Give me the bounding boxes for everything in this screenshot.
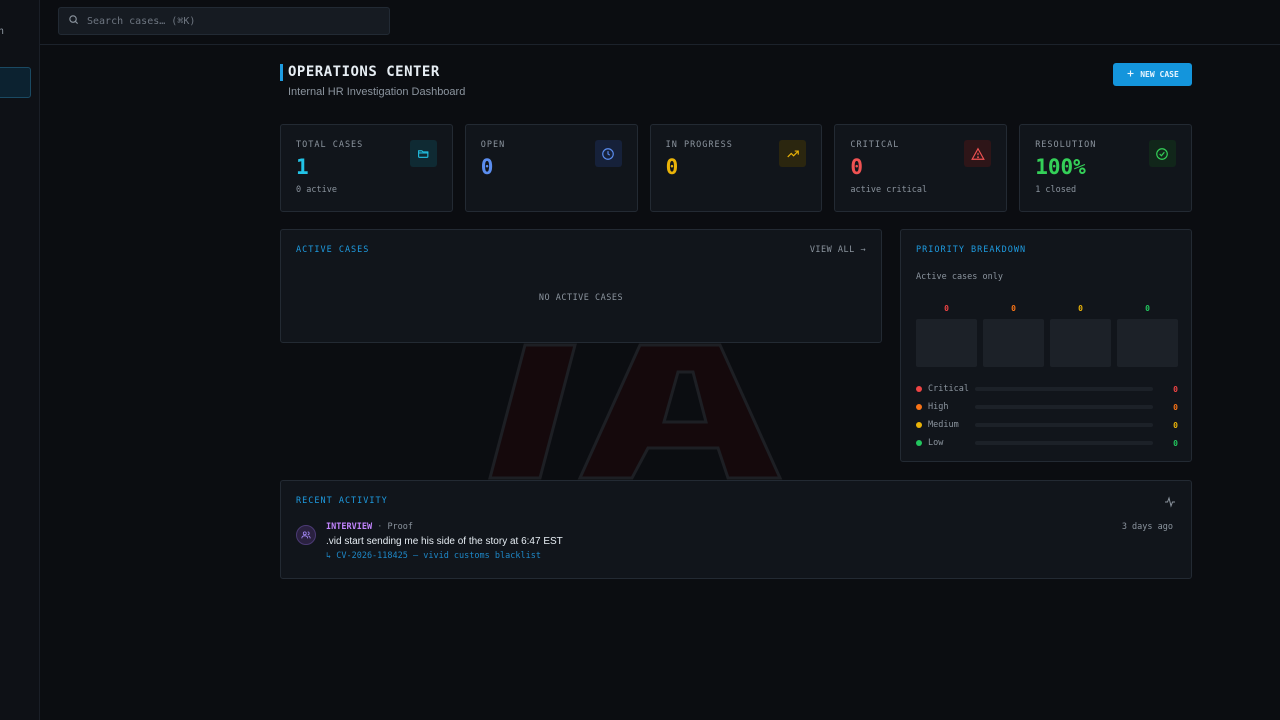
status-dot <box>916 386 922 392</box>
legend-track <box>975 441 1153 445</box>
activity-pulse-icon <box>1164 495 1176 513</box>
stat-value: 0 <box>480 155 494 179</box>
legend-row-low: Low 0 <box>916 434 1178 452</box>
title-accent-bar <box>280 64 283 81</box>
activity-case-link[interactable]: ↳ CV-2026-118425 — vivid customs blackli… <box>326 551 541 561</box>
stat-card-in-progress[interactable]: IN PROGRESS 0 <box>649 124 823 212</box>
stat-value: 0 <box>850 155 864 179</box>
priority-column-count: 0 <box>1145 304 1150 313</box>
priority-column-high: 0 <box>983 304 1044 367</box>
sidebar-fragment-text: n <box>0 26 5 37</box>
priority-column-low: 0 <box>1117 304 1178 367</box>
priority-column-bar <box>1117 319 1178 367</box>
search-input[interactable] <box>87 15 367 27</box>
new-case-label: NEW CASE <box>1140 70 1179 79</box>
page-title: OPERATIONS CENTER <box>288 64 440 80</box>
priority-column-count: 0 <box>1078 304 1083 313</box>
activity-separator: · <box>377 522 383 532</box>
stat-label: RESOLUTION <box>1035 140 1097 150</box>
trending-up-icon <box>779 140 807 167</box>
check-circle-icon <box>1148 140 1176 167</box>
plus-icon <box>1126 69 1135 80</box>
active-cases-title: ACTIVE CASES <box>296 245 370 255</box>
priority-subtitle: Active cases only <box>916 272 1003 282</box>
priority-column-count: 0 <box>944 304 949 313</box>
activity-timestamp: 3 days ago <box>1121 522 1173 532</box>
stat-sub: 0 active <box>296 185 337 195</box>
legend-count: 0 <box>1173 402 1178 412</box>
status-dot <box>916 404 922 410</box>
stat-sub: active critical <box>850 185 928 195</box>
search-icon <box>68 12 79 30</box>
stat-card-open[interactable]: OPEN 0 <box>464 124 638 212</box>
main-content: OPERATIONS CENTER Internal HR Investigat… <box>280 45 1192 579</box>
status-dot <box>916 422 922 428</box>
page-subtitle: Internal HR Investigation Dashboard <box>288 86 466 98</box>
status-dot <box>916 440 922 446</box>
top-bar <box>40 0 1280 45</box>
stat-value: 100% <box>1035 155 1086 179</box>
new-case-button[interactable]: NEW CASE <box>1113 63 1192 86</box>
legend-label: Low <box>928 438 944 448</box>
clock-icon <box>594 140 622 167</box>
legend-label: Medium <box>928 420 959 430</box>
stat-value: 1 <box>296 155 309 179</box>
stat-card-critical[interactable]: CRITICAL 0 active critical <box>834 124 1008 212</box>
legend-label: Critical <box>928 384 969 394</box>
sidebar: n <box>0 0 40 720</box>
stat-sub: 1 closed <box>1035 185 1077 195</box>
stat-label: TOTAL CASES <box>296 140 364 150</box>
stat-label: CRITICAL <box>850 140 900 150</box>
sidebar-item-active[interactable] <box>0 67 31 98</box>
active-cases-panel: ACTIVE CASES VIEW ALL → NO ACTIVE CASES <box>280 229 882 343</box>
users-icon <box>296 525 316 545</box>
legend-label: High <box>928 402 949 412</box>
legend-count: 0 <box>1173 384 1178 394</box>
view-all-link[interactable]: VIEW ALL → <box>810 245 866 255</box>
priority-column-bar <box>983 319 1044 367</box>
priority-column-count: 0 <box>1011 304 1016 313</box>
priority-column-bar <box>916 319 977 367</box>
priority-column-medium: 0 <box>1050 304 1111 367</box>
legend-track <box>975 387 1153 391</box>
legend-row-critical: Critical 0 <box>916 380 1178 398</box>
stat-label: IN PROGRESS <box>665 140 733 150</box>
legend-row-medium: Medium 0 <box>916 416 1178 434</box>
priority-legend: Critical 0 High 0 Medium 0 Low 0 <box>916 380 1178 452</box>
warning-icon <box>964 140 992 167</box>
activity-message: .vid start sending me his side of the st… <box>326 536 563 547</box>
stat-card-total-cases[interactable]: TOTAL CASES 1 0 active <box>280 124 453 212</box>
priority-breakdown-panel: PRIORITY BREAKDOWN Active cases only 0 0… <box>900 229 1192 462</box>
recent-activity-title: RECENT ACTIVITY <box>296 496 388 506</box>
search-box[interactable] <box>58 7 390 35</box>
stat-card-resolution[interactable]: RESOLUTION 100% 1 closed <box>1019 124 1192 212</box>
legend-row-high: High 0 <box>916 398 1178 416</box>
stats-row: TOTAL CASES 1 0 active OPEN 0 IN PROGRES… <box>280 124 1192 212</box>
legend-track <box>975 405 1153 409</box>
legend-count: 0 <box>1173 438 1178 448</box>
priority-title: PRIORITY BREAKDOWN <box>916 245 1027 255</box>
empty-state-text: NO ACTIVE CASES <box>538 293 624 303</box>
activity-author: Proof <box>387 522 414 532</box>
priority-column-critical: 0 <box>916 304 977 367</box>
priority-columns: 0 0 0 0 <box>916 304 1178 367</box>
activity-type: INTERVIEW <box>326 522 373 532</box>
priority-column-bar <box>1050 319 1111 367</box>
stat-label: OPEN <box>480 140 506 150</box>
legend-count: 0 <box>1173 420 1178 430</box>
page-header: OPERATIONS CENTER Internal HR Investigat… <box>280 45 1192 124</box>
dashboard-row: ACTIVE CASES VIEW ALL → NO ACTIVE CASES … <box>280 229 1192 462</box>
activity-meta: INTERVIEW · Proof <box>326 522 413 532</box>
recent-activity-panel: RECENT ACTIVITY INTERVIEW · Proof .vid s… <box>280 480 1192 579</box>
stat-value: 0 <box>665 155 679 179</box>
folder-open-icon <box>409 140 437 167</box>
legend-track <box>975 423 1153 427</box>
